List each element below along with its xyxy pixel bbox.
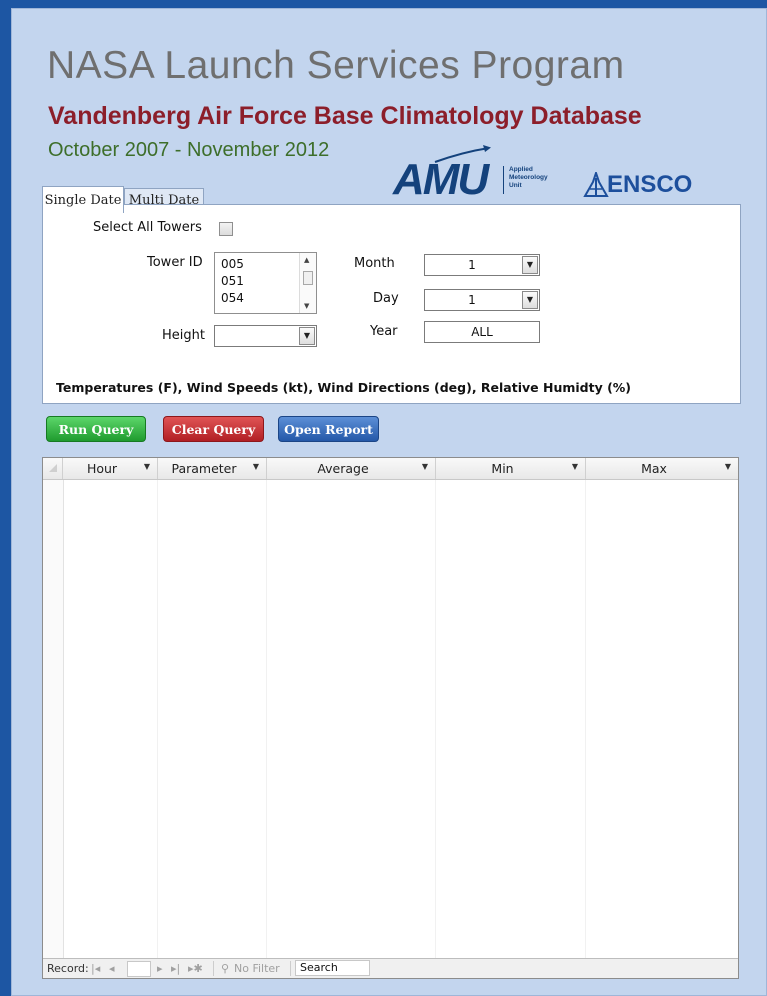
amu-logo: AMU Applied Meteorology Unit	[393, 144, 573, 208]
month-combo[interactable]: 1 ▼	[424, 254, 540, 276]
chevron-down-icon[interactable]: ▼	[522, 291, 538, 309]
column-header-label: Average	[317, 461, 369, 476]
column-header-label: Min	[491, 461, 514, 476]
run-query-button[interactable]: Run Query	[46, 416, 146, 442]
date-range: October 2007 - November 2012	[48, 139, 330, 161]
column-header-parameter[interactable]: Parameter ▼	[158, 458, 267, 479]
first-record-icon[interactable]: |◂	[91, 962, 100, 975]
record-selector-column[interactable]	[43, 458, 64, 978]
day-label: Day	[373, 291, 399, 306]
filter-icon: ⚲	[221, 962, 230, 975]
scroll-down-icon[interactable]: ▼	[304, 302, 309, 310]
year-label: Year	[370, 324, 398, 339]
column-header-average[interactable]: Average ▼	[267, 458, 436, 479]
column-divider	[585, 479, 586, 958]
results-datasheet[interactable]: Hour ▼ Parameter ▼ Average ▼ Min ▼ Max ▼…	[42, 457, 739, 979]
list-item[interactable]: 051	[221, 274, 244, 288]
select-all-towers-label: Select All Towers	[93, 220, 202, 235]
corner-triangle-icon	[49, 464, 57, 472]
tab-single-date[interactable]: Single Date	[42, 186, 124, 213]
column-header-min[interactable]: Min ▼	[436, 458, 586, 479]
ensco-logo-word: ENSCO	[607, 171, 693, 198]
record-navigation-bar: Record: |◂ ◂ ▸ ▸| ▸✱ ⚲ No Filter Search	[43, 958, 738, 978]
app-window: NASA Launch Services Program Vandenberg …	[11, 8, 767, 996]
last-record-icon[interactable]: ▸|	[171, 962, 180, 975]
amu-logo-line: Meteorology	[509, 174, 548, 181]
height-combo[interactable]: ▼	[214, 325, 317, 347]
page-title: NASA Launch Services Program	[47, 44, 625, 87]
ensco-logo: ENSCO	[583, 171, 723, 201]
logo-divider	[503, 166, 504, 194]
column-header-max[interactable]: Max ▼	[586, 458, 738, 479]
chevron-down-icon[interactable]: ▼	[299, 327, 315, 345]
day-combo[interactable]: 1 ▼	[424, 289, 540, 311]
no-filter-button[interactable]: No Filter	[234, 962, 280, 975]
day-value: 1	[468, 293, 476, 307]
prev-record-icon[interactable]: ◂	[109, 962, 115, 975]
column-header-label: Hour	[86, 461, 118, 476]
column-header-hour[interactable]: Hour ▼	[63, 458, 158, 479]
tower-id-label: Tower ID	[147, 255, 203, 270]
list-item[interactable]: 005	[221, 257, 244, 271]
new-record-icon[interactable]: ▸✱	[188, 962, 203, 975]
datasheet-header: Hour ▼ Parameter ▼ Average ▼ Min ▼ Max ▼	[43, 458, 738, 480]
column-divider	[266, 479, 267, 958]
chevron-down-icon[interactable]: ▼	[522, 256, 538, 274]
select-all-towers-checkbox[interactable]	[219, 222, 233, 236]
clear-query-button[interactable]: Clear Query	[163, 416, 264, 442]
chevron-down-icon[interactable]: ▼	[422, 462, 428, 471]
list-item[interactable]: 054	[221, 291, 244, 305]
amu-logo-word: AMU	[393, 155, 489, 204]
ensco-mark-icon	[583, 172, 609, 197]
nav-divider	[290, 961, 291, 976]
column-divider	[157, 479, 158, 958]
page-subtitle: Vandenberg Air Force Base Climatology Da…	[48, 102, 642, 130]
month-value: 1	[468, 258, 476, 272]
amu-logo-text: Applied Meteorology Unit	[509, 166, 548, 190]
chevron-down-icon[interactable]: ▼	[725, 462, 731, 471]
amu-logo-line: Applied	[509, 166, 533, 173]
record-label: Record:	[47, 962, 89, 975]
column-divider	[435, 479, 436, 958]
select-all-corner[interactable]	[43, 458, 63, 479]
units-note: Temperatures (F), Wind Speeds (kt), Wind…	[56, 380, 632, 395]
tower-id-listbox[interactable]: 005 051 054 ▲ ▼	[214, 252, 317, 314]
scroll-up-icon[interactable]: ▲	[304, 256, 309, 264]
column-header-label: Parameter	[171, 461, 237, 476]
record-number-input[interactable]	[127, 961, 151, 977]
height-label: Height	[162, 328, 205, 343]
search-input[interactable]: Search	[295, 960, 370, 976]
listbox-scrollbar[interactable]: ▲ ▼	[299, 253, 316, 313]
chevron-down-icon[interactable]: ▼	[572, 462, 578, 471]
open-report-button[interactable]: Open Report	[278, 416, 379, 442]
next-record-icon[interactable]: ▸	[157, 962, 163, 975]
month-label: Month	[354, 256, 395, 271]
single-date-panel: Select All Towers Tower ID 005 051 054 ▲…	[42, 204, 741, 404]
amu-logo-line: Unit	[509, 182, 522, 189]
chevron-down-icon[interactable]: ▼	[144, 462, 150, 471]
scroll-thumb[interactable]	[303, 271, 313, 285]
year-field[interactable]: ALL	[424, 321, 540, 343]
column-header-label: Max	[641, 461, 667, 476]
chevron-down-icon[interactable]: ▼	[253, 462, 259, 471]
nav-divider	[213, 961, 214, 976]
